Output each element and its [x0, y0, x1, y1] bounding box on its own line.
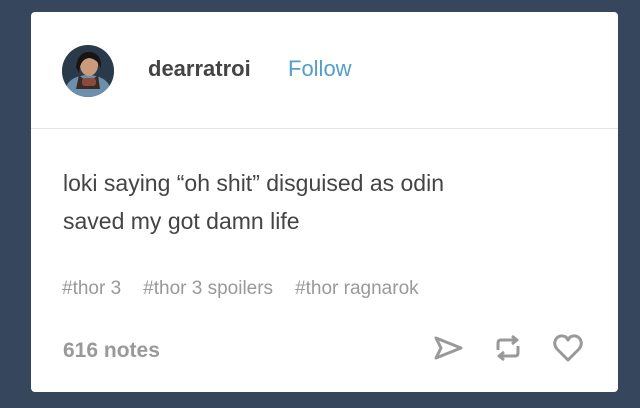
tag-list: #thor 3 #thor 3 spoilers #thor ragnarok: [62, 278, 419, 300]
avatar[interactable]: [62, 45, 114, 97]
post-body: loki saying “oh shit” disguised as odin …: [63, 170, 444, 234]
post-header: dearratroi Follow: [31, 12, 618, 129]
heart-icon[interactable]: [550, 330, 586, 366]
tag-link[interactable]: #thor 3: [62, 278, 121, 300]
follow-button[interactable]: Follow: [288, 56, 352, 82]
reblog-icon[interactable]: [490, 330, 526, 366]
notes-count[interactable]: 616 notes: [63, 339, 160, 363]
tag-link[interactable]: #thor 3 spoilers: [143, 278, 273, 300]
user-avatar-icon: [62, 45, 114, 97]
post-card: dearratroi Follow loki saying “oh shit” …: [31, 12, 618, 392]
post-actions: [430, 330, 586, 366]
share-icon[interactable]: [430, 330, 466, 366]
tag-link[interactable]: #thor ragnarok: [295, 278, 419, 300]
username[interactable]: dearratroi: [148, 56, 251, 82]
